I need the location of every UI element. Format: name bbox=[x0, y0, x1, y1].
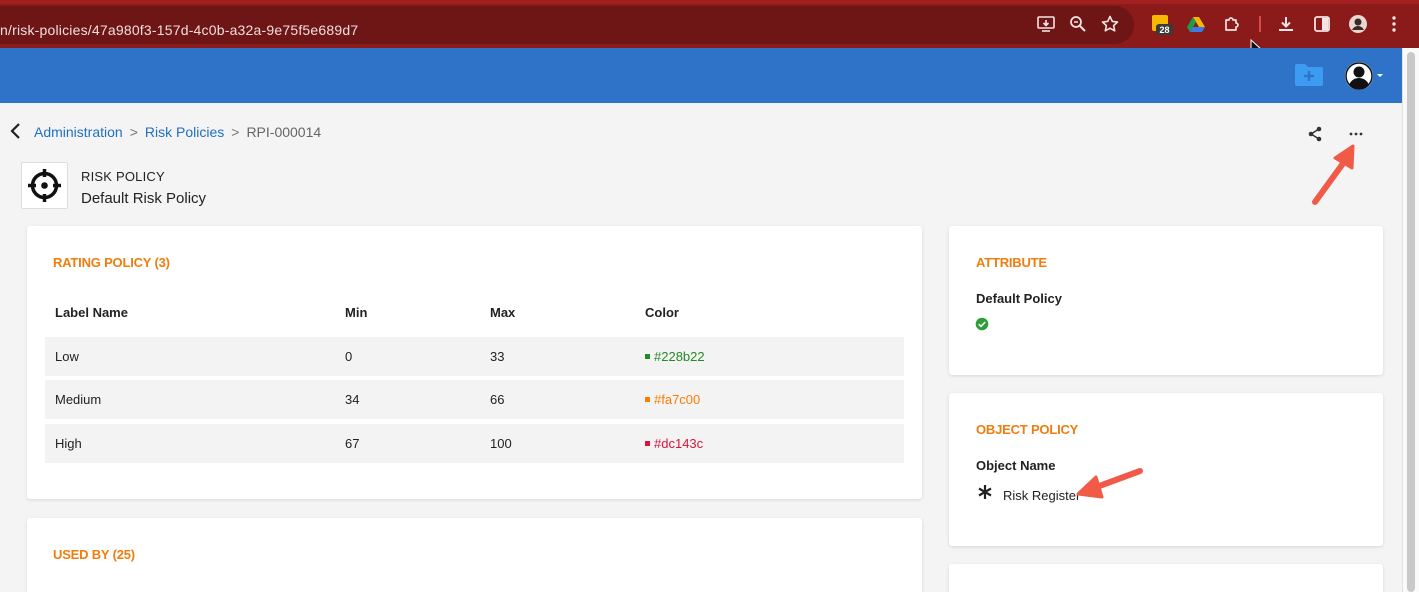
cell-color: #228b22 bbox=[645, 349, 705, 364]
cell-min: 34 bbox=[345, 392, 360, 407]
table-row[interactable]: Medium 34 66 #fa7c00 bbox=[45, 380, 904, 419]
url-text[interactable]: n/risk-policies/47a980f3-157d-4c0b-a32a-… bbox=[0, 22, 358, 38]
breadcrumb: Administration > Risk Policies > RPI-000014 bbox=[34, 124, 321, 140]
entity-type-label: RISK POLICY bbox=[81, 169, 165, 184]
cell-label: Low bbox=[55, 349, 79, 364]
table-row[interactable]: High 67 100 #dc143c bbox=[45, 424, 904, 463]
attribute-title: ATTRIBUTE bbox=[976, 255, 1047, 270]
extension-badge: 28 bbox=[1159, 25, 1169, 35]
table-row[interactable]: Low 0 33 #228b22 bbox=[45, 337, 904, 376]
breadcrumb-current: RPI-000014 bbox=[246, 124, 322, 140]
column-header-max[interactable]: Max bbox=[490, 305, 515, 320]
calendar-extension-icon[interactable]: 28 bbox=[1151, 14, 1173, 35]
asterisk-icon bbox=[977, 484, 993, 504]
page-title: Default Risk Policy bbox=[81, 190, 207, 207]
browser-tab-strip bbox=[0, 0, 1419, 4]
used-by-title: USED BY (25) bbox=[53, 547, 135, 562]
drive-extension-icon[interactable] bbox=[1186, 14, 1206, 34]
toolbar-divider bbox=[1259, 16, 1261, 32]
app-header bbox=[0, 48, 1402, 103]
cell-max: 66 bbox=[490, 392, 505, 407]
browser-chrome: n/risk-policies/47a980f3-157d-4c0b-a32a-… bbox=[0, 0, 1419, 48]
cell-color: #fa7c00 bbox=[645, 392, 700, 407]
zoom-icon[interactable] bbox=[1068, 14, 1088, 34]
add-folder-icon[interactable] bbox=[1294, 62, 1324, 88]
object-name-label: Object Name bbox=[976, 458, 1056, 473]
color-swatch-icon bbox=[645, 441, 650, 447]
entity-icon-box bbox=[21, 162, 68, 209]
crosshair-icon bbox=[28, 169, 61, 202]
cell-color: #dc143c bbox=[645, 436, 703, 451]
more-options-icon[interactable] bbox=[1345, 124, 1367, 144]
kebab-menu-icon[interactable] bbox=[1384, 14, 1404, 34]
cell-max: 33 bbox=[490, 349, 505, 364]
color-swatch-icon bbox=[645, 354, 650, 360]
default-policy-label: Default Policy bbox=[976, 291, 1062, 306]
extensions-puzzle-icon[interactable] bbox=[1222, 14, 1242, 34]
column-header-min[interactable]: Min bbox=[345, 305, 367, 320]
download-icon[interactable] bbox=[1276, 14, 1296, 34]
object-name-value[interactable]: Risk Register bbox=[1003, 488, 1080, 503]
profile-avatar-icon[interactable] bbox=[1348, 14, 1368, 34]
install-app-icon[interactable] bbox=[1036, 14, 1056, 34]
color-swatch-icon bbox=[645, 397, 650, 403]
scrollbar-thumb[interactable] bbox=[1407, 52, 1415, 592]
cell-color-value: #dc143c bbox=[654, 436, 704, 451]
breadcrumb-administration[interactable]: Administration bbox=[34, 124, 123, 140]
cell-min: 67 bbox=[345, 436, 360, 451]
cell-max: 100 bbox=[490, 436, 512, 451]
share-icon[interactable] bbox=[1306, 125, 1324, 143]
column-header-color[interactable]: Color bbox=[645, 305, 679, 320]
rating-policy-title: RATING POLICY (3) bbox=[53, 255, 170, 270]
breadcrumb-separator: > bbox=[129, 124, 138, 140]
bookmark-star-icon[interactable] bbox=[1100, 14, 1120, 34]
sidepanel-icon[interactable] bbox=[1312, 14, 1332, 34]
cell-color-value: #fa7c00 bbox=[654, 392, 701, 407]
cell-color-value: #228b22 bbox=[654, 349, 705, 364]
breadcrumb-risk-policies[interactable]: Risk Policies bbox=[145, 124, 224, 140]
user-avatar-icon[interactable] bbox=[1344, 60, 1386, 92]
check-circle-icon bbox=[975, 317, 989, 331]
back-chevron-icon[interactable] bbox=[9, 122, 23, 140]
column-header-label-name[interactable]: Label Name bbox=[55, 305, 128, 320]
cell-label: High bbox=[55, 436, 82, 451]
breadcrumb-separator: > bbox=[231, 124, 240, 140]
object-policy-title: OBJECT POLICY bbox=[976, 422, 1079, 437]
cell-label: Medium bbox=[55, 392, 102, 407]
next-card bbox=[949, 564, 1383, 592]
address-bar[interactable]: n/risk-policies/47a980f3-157d-4c0b-a32a-… bbox=[0, 6, 1134, 44]
cell-min: 0 bbox=[345, 349, 353, 364]
used-by-card bbox=[27, 518, 922, 592]
